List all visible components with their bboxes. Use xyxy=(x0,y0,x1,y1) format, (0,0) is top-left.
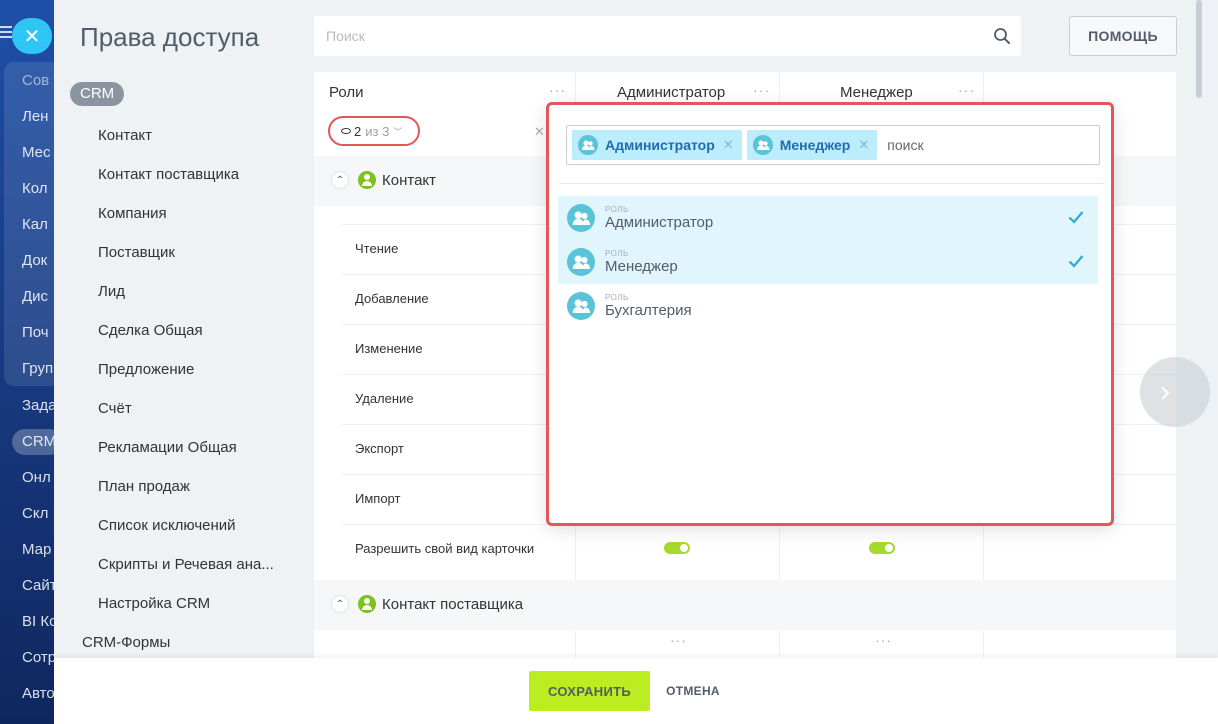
sidebar-item[interactable]: Счёт xyxy=(98,400,132,417)
group-icon xyxy=(567,248,595,276)
permission-label: Импорт xyxy=(355,491,401,506)
toggle-admin-card-view[interactable] xyxy=(664,542,690,554)
section-title: Контакт поставщика xyxy=(382,595,524,613)
permission-label: Изменение xyxy=(355,341,423,356)
collapse-icon[interactable]: ⌃ xyxy=(332,596,348,612)
sidebar-item[interactable]: План продаж xyxy=(98,478,190,495)
permission-label: Удаление xyxy=(355,391,414,406)
selected-role-tag: Администратор ✕ xyxy=(572,130,742,160)
group-icon xyxy=(567,204,595,232)
tag-label: Менеджер xyxy=(779,137,851,153)
sidebar-item[interactable]: Контакт xyxy=(98,127,152,144)
page-title: Права доступа xyxy=(80,22,260,52)
toggle-manager-card-view[interactable] xyxy=(869,542,895,554)
more-icon[interactable]: ··· xyxy=(958,82,975,98)
sidebar-item[interactable]: Список исключений xyxy=(98,517,236,534)
menu-icon[interactable] xyxy=(0,26,12,40)
more-icon[interactable]: ··· xyxy=(875,632,892,648)
more-icon[interactable]: ··· xyxy=(670,632,687,648)
chevron-down-icon: ﹀ xyxy=(393,126,403,137)
sidebar-item[interactable]: Лид xyxy=(98,283,125,300)
person-icon xyxy=(358,595,376,613)
sidebar-item[interactable]: Рекламации Общая xyxy=(98,439,237,456)
sidebar-item[interactable]: Контакт поставщика xyxy=(98,166,239,183)
role-search-input[interactable] xyxy=(887,137,1008,153)
permission-label: Разрешить свой вид карточки xyxy=(355,541,535,556)
role-option[interactable]: РОЛЬ Администратор xyxy=(558,196,1098,240)
save-button[interactable]: СОХРАНИТЬ xyxy=(529,671,650,711)
search-box xyxy=(314,16,1021,56)
roles-header: Роли xyxy=(329,84,364,101)
sidebar-item[interactable]: Компания xyxy=(98,205,167,222)
app-sidebar: ✕ Сов Лен Мес Кол Кал Док Дис Поч Груп З… xyxy=(0,0,62,724)
section-title: Контакт xyxy=(382,171,437,189)
divider xyxy=(559,183,1105,184)
group-icon xyxy=(578,135,598,155)
role-filter-toggle[interactable]: 2 из 3 ﹀ xyxy=(328,116,420,146)
role-selector-popup: Администратор ✕ Менеджер ✕ поиск РОЛЬ Ад… xyxy=(546,102,1114,526)
option-name: Бухгалтерия xyxy=(605,302,692,319)
permission-label: Чтение xyxy=(355,241,399,256)
person-icon xyxy=(358,171,376,189)
role-option[interactable]: РОЛЬ Менеджер xyxy=(558,240,1098,284)
option-name: Администратор xyxy=(605,214,714,231)
scroll-right-icon[interactable]: › xyxy=(1140,357,1210,427)
collapse-icon[interactable]: ⌃ xyxy=(332,172,348,188)
search-icon[interactable] xyxy=(993,27,1011,45)
help-button[interactable]: ПОМОЩЬ xyxy=(1069,16,1177,56)
role-option[interactable]: РОЛЬ Бухгалтерия xyxy=(558,284,1098,328)
more-icon[interactable]: ··· xyxy=(753,82,770,98)
group-icon xyxy=(567,292,595,320)
clear-filter-icon[interactable]: ✕ xyxy=(534,124,545,140)
group-icon xyxy=(752,135,773,155)
sidebar-item-crm-forms[interactable]: CRM-Формы xyxy=(82,634,170,651)
tag-label: Администратор xyxy=(605,137,715,153)
column-header-manager: Менеджер xyxy=(840,84,913,101)
sidebar-item[interactable]: Поставщик xyxy=(98,244,175,261)
close-slider-button[interactable]: ✕ xyxy=(12,18,52,54)
filter-count: 2 xyxy=(354,123,362,139)
eye-icon xyxy=(341,128,351,134)
selected-roles-box[interactable]: Администратор ✕ Менеджер ✕ xyxy=(566,125,1100,165)
permission-label: Экспорт xyxy=(355,441,404,456)
check-icon xyxy=(1068,255,1084,268)
sidebar-item[interactable]: Сделка Общая xyxy=(98,322,203,339)
sidebar-item[interactable]: Скрипты и Речевая ана... xyxy=(98,556,274,573)
search-input[interactable] xyxy=(314,16,954,56)
more-icon[interactable]: ··· xyxy=(549,82,566,98)
section-header: ⌃ Контакт поставщика xyxy=(314,580,1176,630)
cancel-button[interactable]: ОТМЕНА xyxy=(660,671,726,711)
crm-badge[interactable]: CRM xyxy=(70,82,125,106)
remove-tag-icon[interactable]: ✕ xyxy=(858,137,869,153)
scrollbar[interactable] xyxy=(1196,0,1202,98)
option-name: Менеджер xyxy=(605,258,678,275)
permission-label: Добавление xyxy=(355,291,429,306)
footer-bar: СОХРАНИТЬ ОТМЕНА xyxy=(54,658,1218,724)
sidebar-item[interactable]: Настройка CRM xyxy=(98,595,210,612)
filter-total: из 3 xyxy=(365,123,390,139)
access-rights-panel: Права доступа CRM Контакт Контакт постав… xyxy=(54,0,1218,724)
remove-tag-icon[interactable]: ✕ xyxy=(723,137,734,153)
check-icon xyxy=(1068,211,1084,224)
selected-role-tag: Менеджер ✕ xyxy=(746,130,878,160)
column-header-admin: Администратор xyxy=(617,84,726,101)
sidebar-item[interactable]: Предложение xyxy=(98,361,194,378)
